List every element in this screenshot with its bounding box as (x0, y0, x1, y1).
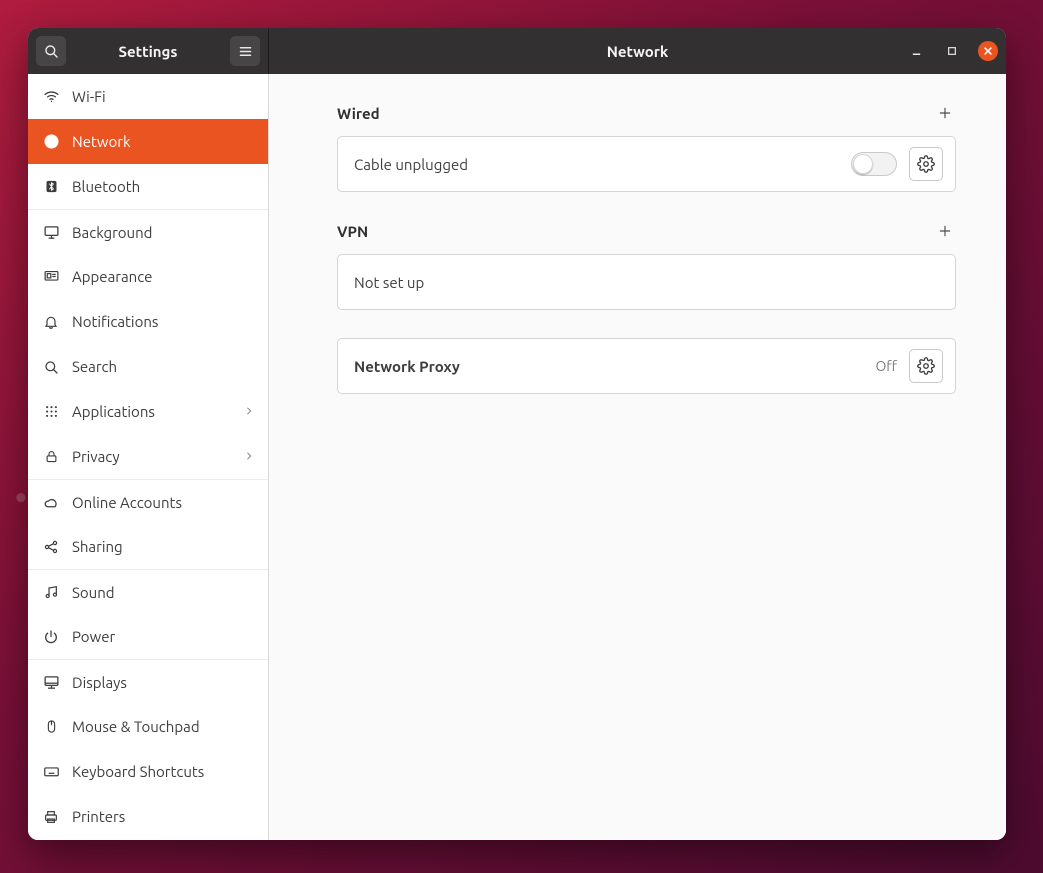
music-icon (42, 584, 60, 600)
wired-settings-button[interactable] (909, 147, 943, 181)
section-title: Wired (337, 105, 380, 122)
display-icon (42, 674, 60, 691)
mouse-icon (42, 718, 60, 735)
sidebar-item-notifications[interactable]: Notifications (28, 299, 268, 344)
proxy-settings-button[interactable] (909, 349, 943, 383)
close-button[interactable] (978, 41, 998, 61)
proxy-card: Network Proxy Off (337, 338, 956, 394)
wired-status: Cable unplugged (354, 156, 839, 173)
sidebar-item-sound[interactable]: Sound (28, 569, 268, 614)
window-controls (906, 41, 998, 61)
section-title: VPN (337, 223, 368, 240)
power-icon (42, 629, 60, 645)
sidebar-item-mouse[interactable]: Mouse & Touchpad (28, 704, 268, 749)
proxy-section: Network Proxy Off (337, 338, 956, 394)
add-wired-button[interactable] (934, 102, 956, 124)
sidebar-item-label: Sound (72, 584, 254, 601)
sidebar-item-label: Sharing (72, 538, 254, 555)
wired-section: Wired Cable unplugged (337, 102, 956, 192)
grid-icon (42, 404, 60, 419)
keyboard-icon (42, 763, 60, 780)
proxy-status: Off (875, 358, 897, 374)
sidebar-item-label: Appearance (72, 268, 254, 285)
cloud-icon (42, 494, 60, 511)
chevron-right-icon (244, 448, 254, 465)
sidebar-item-search[interactable]: Search (28, 344, 268, 389)
sidebar-item-privacy[interactable]: Privacy (28, 434, 268, 479)
lock-icon (42, 449, 60, 464)
titlebar-left: Settings (28, 28, 269, 74)
section-header: VPN (337, 220, 956, 242)
sidebar-item-label: Network (72, 133, 254, 150)
sidebar-item-label: Bluetooth (72, 178, 254, 195)
sidebar-item-displays[interactable]: Displays (28, 659, 268, 704)
globe-icon (42, 133, 60, 150)
appearance-icon (42, 268, 60, 285)
sidebar-item-label: Power (72, 628, 254, 645)
sidebar-item-network[interactable]: Network (28, 119, 268, 164)
sidebar-item-keyboard[interactable]: Keyboard Shortcuts (28, 749, 268, 794)
desktop-icon (42, 224, 60, 241)
titlebar-right: Network (269, 28, 1006, 74)
vpn-status: Not set up (354, 274, 943, 291)
sidebar-item-background[interactable]: Background (28, 209, 268, 254)
sidebar-item-power[interactable]: Power (28, 614, 268, 659)
plus-icon (938, 224, 952, 238)
bluetooth-icon (42, 179, 60, 194)
add-vpn-button[interactable] (934, 220, 956, 242)
sidebar-item-label: Search (72, 358, 254, 375)
sidebar-item-appearance[interactable]: Appearance (28, 254, 268, 299)
maximize-icon (947, 46, 957, 56)
sidebar-item-label: Keyboard Shortcuts (72, 763, 254, 780)
sidebar-item-label: Background (72, 224, 254, 241)
chevron-right-icon (244, 403, 254, 420)
toggle-knob (853, 154, 873, 174)
vpn-row: Not set up (338, 255, 955, 309)
close-icon (983, 46, 993, 56)
sidebar-item-printers[interactable]: Printers (28, 794, 268, 839)
maximize-button[interactable] (942, 41, 962, 61)
wired-row: Cable unplugged (338, 137, 955, 191)
plus-icon (938, 106, 952, 120)
search-icon (43, 43, 59, 59)
sidebar-item-label: Mouse & Touchpad (72, 718, 254, 735)
minimize-icon (911, 46, 922, 57)
wifi-icon (42, 88, 60, 105)
menu-icon (238, 44, 253, 59)
sidebar-item-label: Applications (72, 403, 232, 420)
hamburger-menu-button[interactable] (230, 36, 260, 66)
section-header: Wired (337, 102, 956, 124)
sidebar-item-online-accounts[interactable]: Online Accounts (28, 479, 268, 524)
wired-card: Cable unplugged (337, 136, 956, 192)
printer-icon (42, 809, 60, 825)
gear-icon (917, 357, 935, 375)
settings-window: Settings Network Wi-Fi (28, 28, 1006, 840)
sidebar-item-sharing[interactable]: Sharing (28, 524, 268, 569)
minimize-button[interactable] (906, 41, 926, 61)
sidebar-item-label: Privacy (72, 448, 232, 465)
sidebar: Wi-Fi Network Bluetooth Background Appea (28, 74, 269, 840)
sidebar-item-bluetooth[interactable]: Bluetooth (28, 164, 268, 209)
sidebar-item-label: Printers (72, 808, 254, 825)
sidebar-item-label: Wi-Fi (72, 88, 254, 105)
search-button[interactable] (36, 36, 66, 66)
sidebar-item-applications[interactable]: Applications (28, 389, 268, 434)
wired-toggle[interactable] (851, 152, 897, 176)
sidebar-item-label: Notifications (72, 313, 254, 330)
proxy-label: Network Proxy (354, 358, 863, 375)
share-icon (42, 539, 60, 555)
bell-icon (42, 314, 60, 330)
sidebar-item-wifi[interactable]: Wi-Fi (28, 74, 268, 119)
gear-icon (917, 155, 935, 173)
sidebar-item-label: Displays (72, 674, 254, 691)
page-title: Network (607, 43, 669, 60)
proxy-row: Network Proxy Off (338, 339, 955, 393)
sidebar-title: Settings (66, 43, 230, 60)
vpn-card: Not set up (337, 254, 956, 310)
vpn-section: VPN Not set up (337, 220, 956, 310)
search-icon (42, 359, 60, 375)
content: Wired Cable unplugged (269, 74, 1006, 840)
sidebar-item-label: Online Accounts (72, 494, 254, 511)
